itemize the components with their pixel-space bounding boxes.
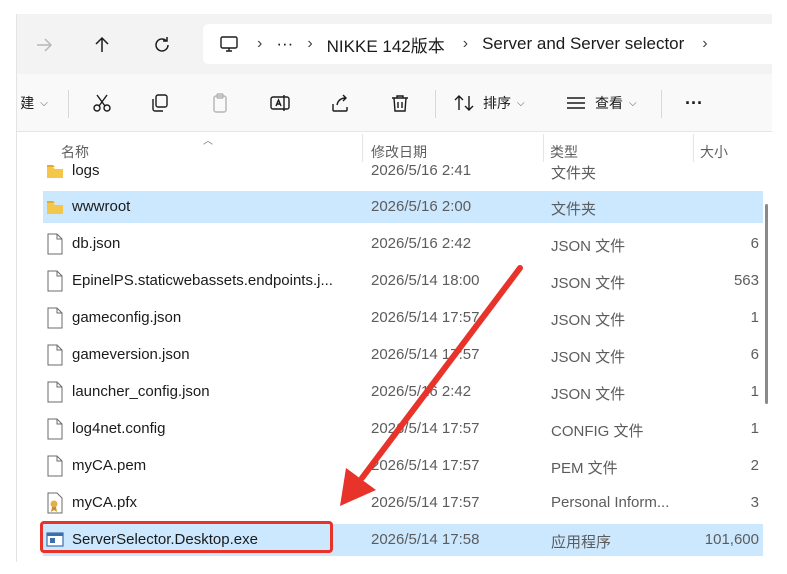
sort-icon — [454, 95, 474, 111]
list-item[interactable]: gameversion.json 2026/5/14 17:57 JSON 文件… — [43, 339, 763, 371]
column-divider[interactable] — [693, 134, 694, 164]
breadcrumb-item[interactable]: NIKKE 142版本 — [327, 32, 445, 57]
this-pc-icon — [220, 36, 238, 52]
share-icon — [332, 94, 348, 112]
column-date-header[interactable]: 修改日期 — [371, 142, 427, 162]
list-item[interactable]: log4net.config 2026/5/14 17:57 CONFIG 文件… — [43, 413, 763, 445]
sort-ascending-icon: ︿ — [203, 136, 213, 147]
column-size-header[interactable]: 大小 — [700, 142, 728, 162]
list-item[interactable]: launcher_config.json 2026/5/16 2:42 JSON… — [43, 376, 763, 408]
copy-button[interactable] — [143, 86, 177, 120]
list-item[interactable]: wwwroot 2026/5/16 2:00 文件夹 — [43, 191, 763, 223]
sort-button[interactable]: 排序 ⌵ — [453, 86, 533, 120]
column-divider[interactable] — [362, 134, 363, 164]
list-item[interactable]: logs 2026/5/16 2:41 文件夹 — [43, 162, 763, 187]
list-item[interactable]: db.json 2026/5/16 2:42 JSON 文件 6 — [43, 228, 763, 260]
breadcrumb-chevron-icon: › — [257, 35, 263, 52]
view-list-icon — [567, 97, 585, 109]
breadcrumb-chevron-icon: › — [307, 35, 313, 52]
certificate-icon — [47, 492, 63, 514]
rename-icon — [270, 95, 290, 111]
share-button[interactable] — [323, 86, 357, 120]
chevron-down-icon: ⌵ — [40, 97, 48, 109]
column-type-header[interactable]: 类型 — [550, 142, 578, 162]
breadcrumb-chevron-icon[interactable]: › — [702, 35, 707, 53]
file-icon — [47, 233, 63, 255]
file-icon — [47, 270, 63, 292]
arrow-right-icon — [37, 38, 53, 52]
list-item[interactable]: EpinelPS.staticwebassets.endpoints.j... … — [43, 265, 763, 297]
more-options-button[interactable]: ··· — [677, 86, 711, 120]
cut-button[interactable] — [85, 86, 119, 120]
delete-button[interactable] — [383, 86, 417, 120]
file-icon — [47, 381, 63, 403]
list-item[interactable]: gameconfig.json 2026/5/14 17:57 JSON 文件 … — [43, 302, 763, 334]
divider — [68, 90, 69, 118]
forward-button[interactable] — [27, 28, 61, 62]
chevron-down-icon: ⌵ — [629, 97, 637, 109]
view-button[interactable]: 查看 ⌵ — [565, 86, 645, 120]
up-button[interactable] — [85, 28, 119, 62]
folder-icon — [47, 201, 63, 214]
clipboard-icon — [213, 93, 227, 113]
file-icon — [47, 418, 63, 440]
file-icon — [47, 344, 63, 366]
file-icon — [47, 455, 63, 477]
list-item[interactable]: myCA.pfx 2026/5/14 17:57 Personal Inform… — [43, 487, 763, 519]
copy-icon — [152, 94, 168, 112]
divider — [661, 90, 662, 118]
refresh-icon — [155, 37, 169, 52]
folder-icon — [47, 165, 63, 178]
file-icon — [47, 307, 63, 329]
breadcrumb-chevron-icon: › — [462, 35, 469, 52]
list-item[interactable]: myCA.pem 2026/5/14 17:57 PEM 文件 2 — [43, 450, 763, 482]
navigation-bar: › ··· › NIKKE 142版本 › Server and Server … — [17, 14, 772, 74]
file-list: logs 2026/5/16 2:41 文件夹 wwwroot 2026/5/1… — [17, 162, 772, 562]
refresh-button[interactable] — [145, 28, 179, 62]
divider — [435, 90, 436, 118]
new-button[interactable]: 建 ⌵ — [17, 86, 51, 120]
annotation-highlight-box — [40, 521, 333, 553]
column-divider[interactable] — [543, 134, 544, 164]
vertical-scrollbar[interactable] — [765, 204, 768, 404]
trash-icon — [392, 95, 408, 112]
chevron-down-icon: ⌵ — [517, 97, 525, 109]
breadcrumb-item[interactable]: Server and Server selector — [482, 34, 684, 54]
column-header: ︿ 名称 修改日期 类型 大小 — [17, 132, 772, 166]
arrow-up-icon — [95, 36, 109, 52]
paste-button[interactable] — [203, 86, 237, 120]
file-explorer-window: › ··· › NIKKE 142版本 › Server and Server … — [16, 14, 772, 562]
ellipsis-icon: ··· — [685, 92, 703, 113]
breadcrumb-overflow[interactable]: ··· — [276, 34, 293, 54]
scissors-icon — [93, 94, 111, 112]
rename-button[interactable] — [263, 86, 297, 120]
column-name-header[interactable]: 名称 — [61, 142, 89, 162]
address-bar[interactable]: › ··· › NIKKE 142版本 › Server and Server … — [203, 24, 772, 64]
command-bar: 建 ⌵ 排序 ⌵ 查看 ⌵ ··· — [17, 74, 772, 132]
